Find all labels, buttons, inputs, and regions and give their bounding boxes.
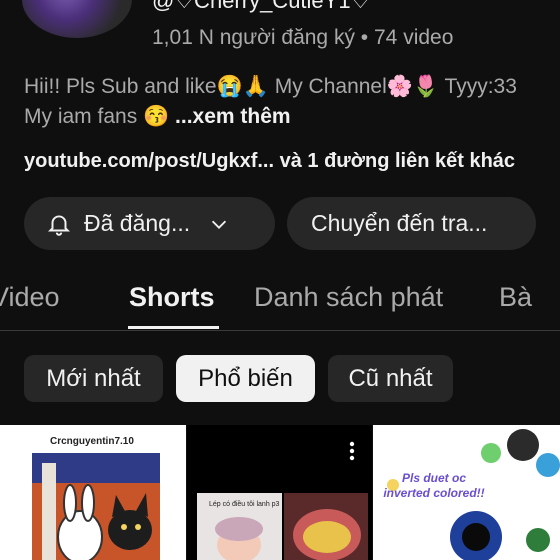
channel-description[interactable]: Hii!! Pls Sub and like😭🙏 My Channel🌸🌷 Ty…	[24, 72, 544, 132]
show-more-link[interactable]: ...xem thêm	[175, 105, 291, 128]
short-caption: Pls duet oc inverted colored!!	[383, 471, 485, 500]
goto-button[interactable]: Chuyển đến tra...	[287, 197, 536, 250]
stats-separator: •	[360, 26, 369, 49]
channel-stats: 1,01 N người đăng ký • 74 video	[152, 26, 453, 50]
short-thumbnail[interactable]: Lép có điều tôi lanh p3	[187, 425, 372, 560]
chevron-down-icon	[212, 220, 227, 229]
short-caption: Crcnguyentin7.10	[50, 436, 134, 447]
channel-handle: @♡Cherry_CutieY1♡	[152, 0, 371, 13]
short-caption: Lép có điều tôi lanh p3	[209, 501, 280, 508]
tab-playlists[interactable]: Danh sách phát	[254, 282, 443, 313]
channel-links[interactable]: youtube.com/post/Ugkxf... và 1 đường liê…	[24, 150, 515, 173]
tab-more[interactable]: Bà	[499, 282, 532, 313]
goto-label: Chuyển đến tra...	[311, 210, 488, 236]
chip-newest[interactable]: Mới nhất	[24, 355, 163, 402]
tab-video[interactable]: Video	[0, 282, 60, 313]
subscriber-count: 1,01 N người đăng ký	[152, 26, 355, 49]
short-thumbnail[interactable]: Pls duet oc inverted colored!!	[373, 425, 560, 560]
chip-oldest[interactable]: Cũ nhất	[328, 355, 453, 402]
active-tab-indicator	[128, 326, 219, 329]
more-vert-icon[interactable]	[345, 440, 359, 462]
description-line-2: My iam fans 😚	[24, 105, 170, 128]
subscribed-label: Đã đăng...	[84, 210, 191, 236]
short-thumbnail[interactable]: Crcnguyentin7.10	[0, 425, 186, 560]
tab-shorts[interactable]: Shorts	[129, 282, 215, 313]
chip-popular[interactable]: Phổ biến	[176, 355, 315, 402]
video-count: 74 video	[374, 26, 454, 49]
channel-link[interactable]: youtube.com/post/Ugkxf...	[24, 150, 274, 172]
description-line-1: Hii!! Pls Sub and like😭🙏 My Channel🌸🌷 Ty…	[24, 75, 517, 98]
channel-tabs: Video Shorts Danh sách phát Bà	[0, 270, 560, 331]
bell-icon	[47, 214, 71, 236]
more-links-text[interactable]: và 1 đường liên kết khác	[274, 150, 515, 172]
channel-avatar[interactable]	[22, 0, 132, 38]
subscribed-button[interactable]: Đã đăng...	[24, 197, 275, 250]
